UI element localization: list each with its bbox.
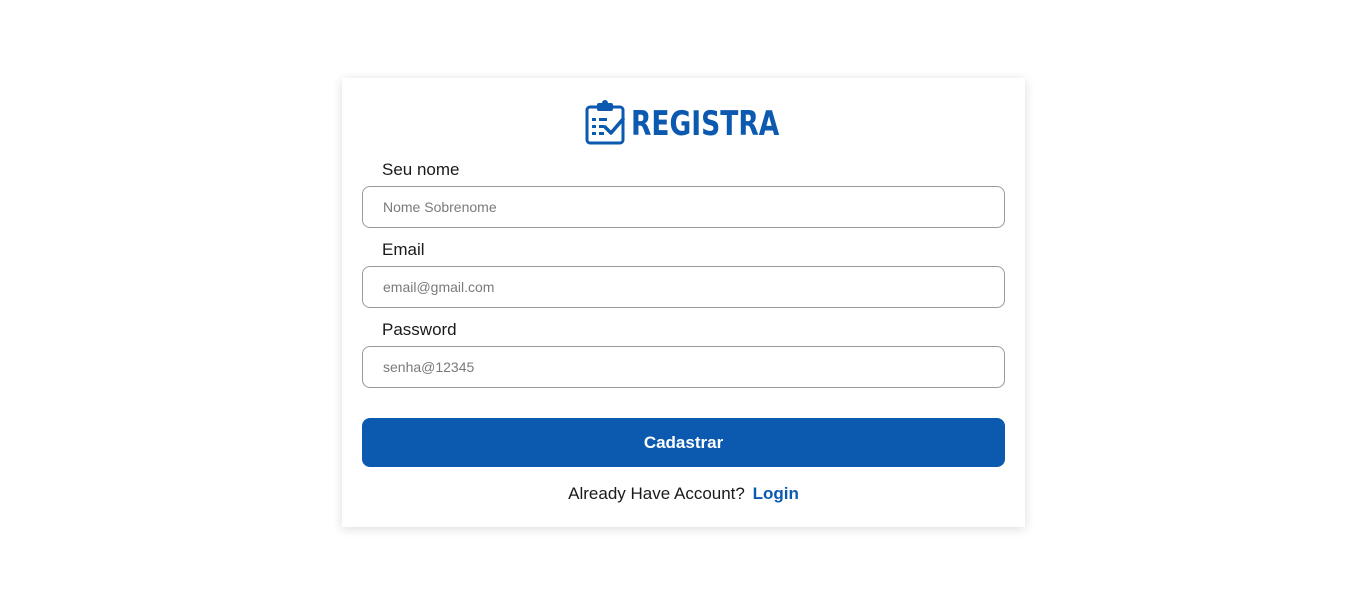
register-card: REGISTRA Seu nome Email Password Cadastr… (342, 78, 1025, 527)
brand-name: REGISTRA (631, 104, 780, 144)
name-input[interactable] (362, 186, 1005, 228)
email-label: Email (382, 240, 425, 259)
login-link[interactable]: Login (753, 484, 799, 503)
brand-logo: REGISTRA (342, 98, 1025, 146)
password-label: Password (382, 320, 457, 339)
login-prompt: Already Have Account? Login (342, 484, 1025, 504)
register-button[interactable]: Cadastrar (362, 418, 1005, 467)
password-input[interactable] (362, 346, 1005, 388)
clipboard-check-icon (585, 100, 626, 145)
login-prompt-text: Already Have Account? (568, 484, 745, 503)
name-label: Seu nome (382, 160, 460, 179)
email-input[interactable] (362, 266, 1005, 308)
